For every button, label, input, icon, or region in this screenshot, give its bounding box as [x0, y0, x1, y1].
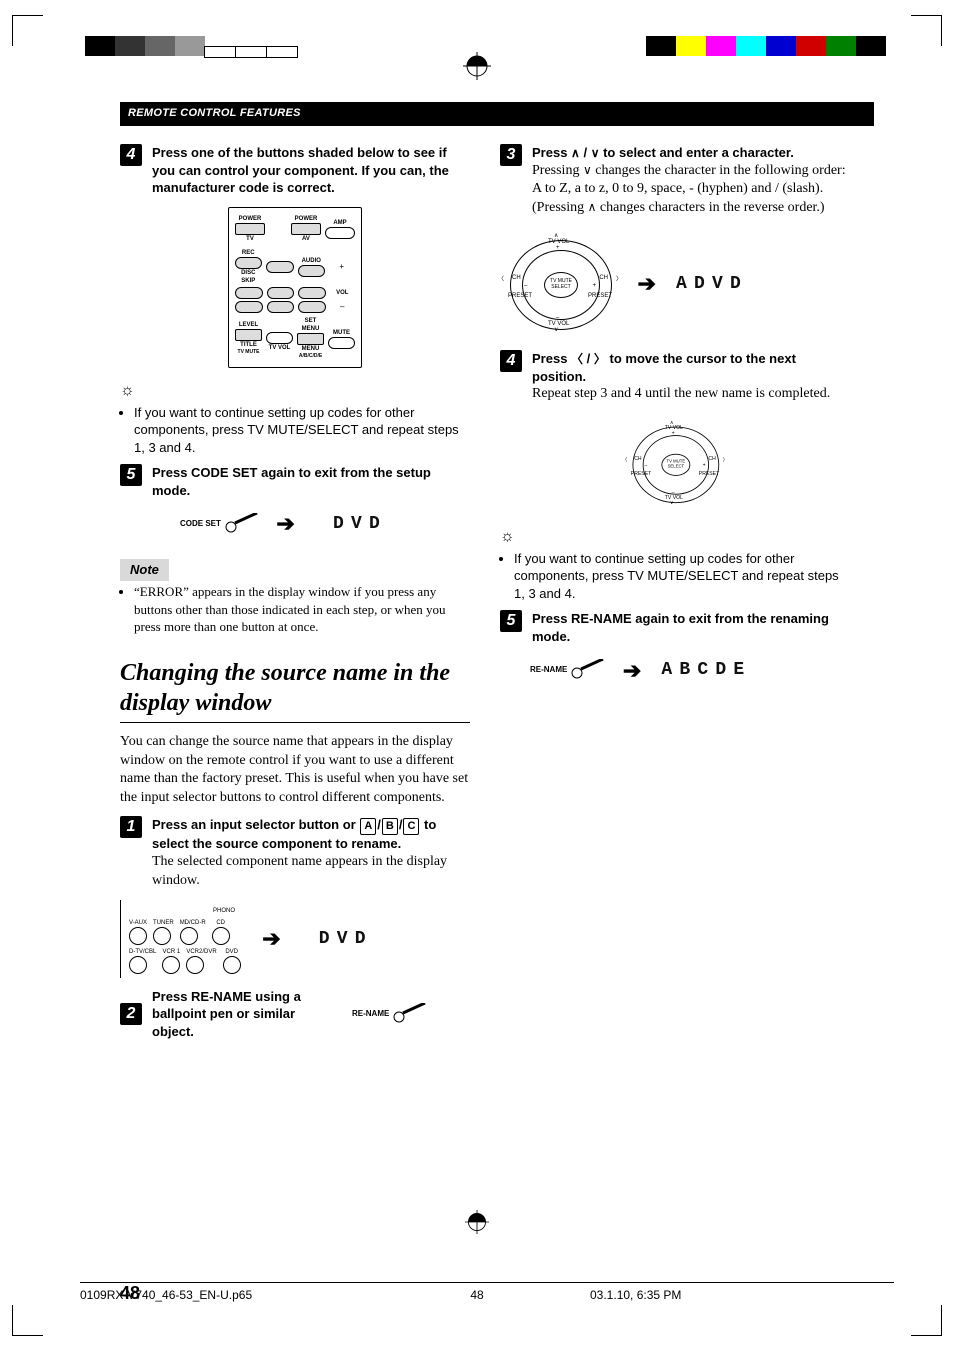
chevron-left-icon: 〈	[571, 352, 583, 366]
registration-bars-left	[85, 36, 298, 58]
step-text: Pressing ∨ changes the character in the …	[532, 162, 850, 219]
footer-timestamp: 03.1.10, 6:35 PM	[590, 1287, 681, 1303]
rename-pen-diagram: RE-NAME	[352, 1003, 427, 1025]
pen-icon	[569, 659, 605, 681]
step-title: Press an input selector button or A/B/C …	[152, 816, 470, 852]
seven-seg-display: DVD	[312, 512, 402, 536]
seven-seg-display: DVD	[298, 927, 388, 951]
seven-seg-display: ABCDE	[659, 658, 749, 682]
lightbulb-icon: ☼	[500, 528, 515, 545]
arrow-right-icon: ➔	[262, 924, 280, 954]
step-title: Press CODE SET again to exit from the se…	[152, 464, 470, 499]
step-title: Press ∧ / ∨ to select and enter a charac…	[532, 144, 850, 162]
pen-icon	[223, 513, 259, 535]
lightbulb-icon: ☼	[120, 382, 135, 399]
codeset-diagram: CODE SET ➔ DVD	[120, 509, 470, 539]
step-title: Press RE-NAME again to exit from the ren…	[532, 610, 850, 645]
arrow-right-icon: ➔	[276, 509, 294, 539]
note-bullet: “ERROR” appears in the display window if…	[134, 583, 470, 636]
note-label: Note	[120, 559, 169, 581]
key-b: B	[382, 818, 398, 835]
footer-page-number: 48	[470, 1287, 483, 1303]
dpad-diagram: TV MUTE SELECT ∧ + TV VOL ∨ – TV VOL 〈 C…	[500, 228, 850, 340]
footer-divider	[80, 1282, 894, 1283]
step-number: 2	[120, 1003, 142, 1025]
section-heading: REMOTE CONTROL FEATURES	[128, 106, 301, 121]
key-c: C	[403, 818, 419, 835]
arrow-right-icon: ➔	[638, 269, 656, 299]
arrow-right-icon: ➔	[623, 656, 641, 686]
registration-mark-icon	[463, 52, 491, 80]
key-a: A	[360, 818, 376, 835]
step-number: 4	[500, 350, 522, 372]
crop-mark	[12, 1305, 43, 1336]
input-selector-diagram: PHONO V-AUX TUNER MD/CD-R CD D-TV/CBL VC…	[120, 900, 470, 977]
tip-bullet: If you want to continue setting up codes…	[514, 550, 850, 603]
step-number: 5	[500, 610, 522, 632]
step-text: Repeat step 3 and 4 until the new name i…	[532, 385, 850, 404]
section-title: Changing the source name in the display …	[120, 658, 470, 723]
seven-seg-display: ADVD	[673, 272, 763, 296]
chevron-right-icon: 〉	[594, 352, 606, 366]
footer-filename: 0109RX-V740_46-53_EN-U.p65	[80, 1287, 252, 1303]
step-title: Press RE-NAME using a ballpoint pen or s…	[152, 988, 322, 1041]
remote-diagram: POWER TV POWER AV AMP	[120, 207, 470, 369]
chevron-down-icon: ∨	[583, 163, 592, 177]
crop-mark	[911, 1305, 942, 1336]
step-number: 1	[120, 816, 142, 838]
step-number: 5	[120, 464, 142, 486]
registration-bars-right	[646, 36, 886, 56]
step-title: Press one of the buttons shaded below to…	[152, 144, 470, 197]
step-number: 3	[500, 144, 522, 166]
pen-icon	[391, 1003, 427, 1025]
crop-mark	[911, 15, 942, 46]
chevron-up-icon: ∧	[571, 146, 580, 160]
step-text: The selected component name appears in t…	[152, 853, 470, 891]
rename-diagram: RE-NAME ➔ ABCDE	[500, 656, 850, 686]
dpad-diagram: TV MUTE SELECT ∧ + TV VOL ∨ – TV VOL 〈 C…	[500, 414, 850, 514]
step-number: 4	[120, 144, 142, 166]
header-bar: REMOTE CONTROL FEATURES	[120, 100, 874, 126]
crop-mark	[12, 15, 43, 46]
tip-bullet: If you want to continue setting up codes…	[134, 404, 470, 457]
step-title: Press 〈 / 〉 to move the cursor to the ne…	[532, 350, 850, 385]
section-paragraph: You can change the source name that appe…	[120, 733, 470, 809]
registration-mark-icon	[465, 1210, 489, 1241]
